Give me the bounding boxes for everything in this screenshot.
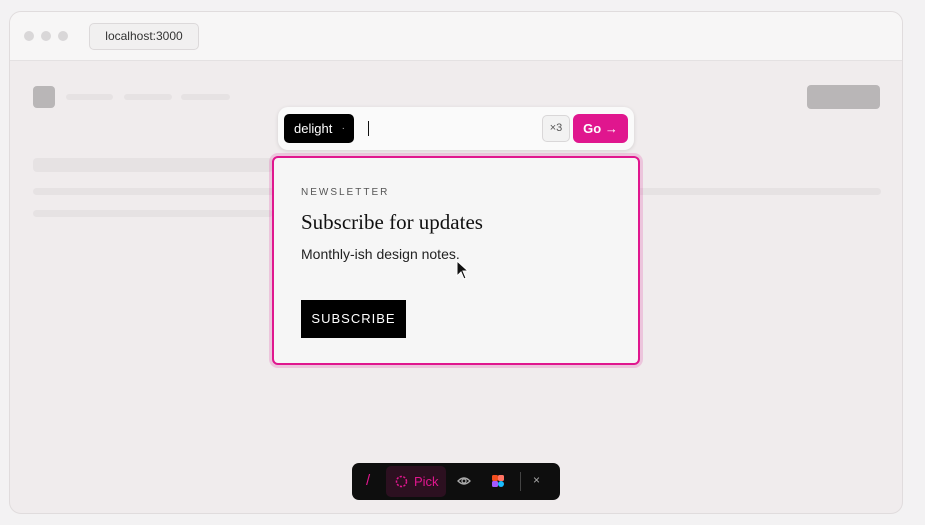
pick-label: Pick — [414, 474, 439, 489]
prompt-input-caret[interactable] — [368, 121, 369, 136]
toolbar-divider — [520, 472, 521, 491]
subscribe-button[interactable]: SUBSCRIBE — [301, 300, 406, 338]
mouse-cursor-icon — [456, 260, 470, 280]
card-eyebrow: NEWSLETTER — [301, 187, 390, 198]
skeleton-nav-item — [181, 94, 230, 100]
card-title: Subscribe for updates — [301, 210, 483, 234]
skeleton-nav-item — [124, 94, 172, 100]
crosshair-icon — [395, 475, 408, 488]
skeleton-heading — [33, 158, 273, 172]
mode-selector[interactable]: delight · — [284, 114, 354, 143]
slash-command-button[interactable]: / — [366, 472, 370, 489]
figma-icon[interactable] — [491, 474, 505, 488]
close-window-dot[interactable] — [24, 31, 34, 41]
mode-separator: · — [341, 123, 345, 134]
eye-icon[interactable] — [457, 474, 471, 488]
browser-titlebar: localhost:3000 — [10, 12, 902, 61]
go-button[interactable]: Go → — [573, 114, 628, 143]
skeleton-header-button — [807, 85, 880, 109]
multiplier-button[interactable]: ×3 — [542, 115, 570, 142]
bottom-toolbar: / Pick × — [352, 463, 560, 500]
skeleton-nav-item — [66, 94, 113, 100]
pick-button[interactable]: Pick — [386, 466, 446, 497]
skeleton-logo — [33, 86, 55, 108]
prompt-bar: delight · ×3 Go → — [278, 107, 634, 150]
skeleton-text-line — [33, 210, 273, 217]
maximize-window-dot[interactable] — [58, 31, 68, 41]
card-body: Monthly-ish design notes. — [301, 246, 460, 262]
url-bar[interactable]: localhost:3000 — [89, 23, 199, 50]
close-toolbar-button[interactable]: × — [533, 473, 540, 487]
minimize-window-dot[interactable] — [41, 31, 51, 41]
mode-label: delight — [294, 121, 333, 136]
